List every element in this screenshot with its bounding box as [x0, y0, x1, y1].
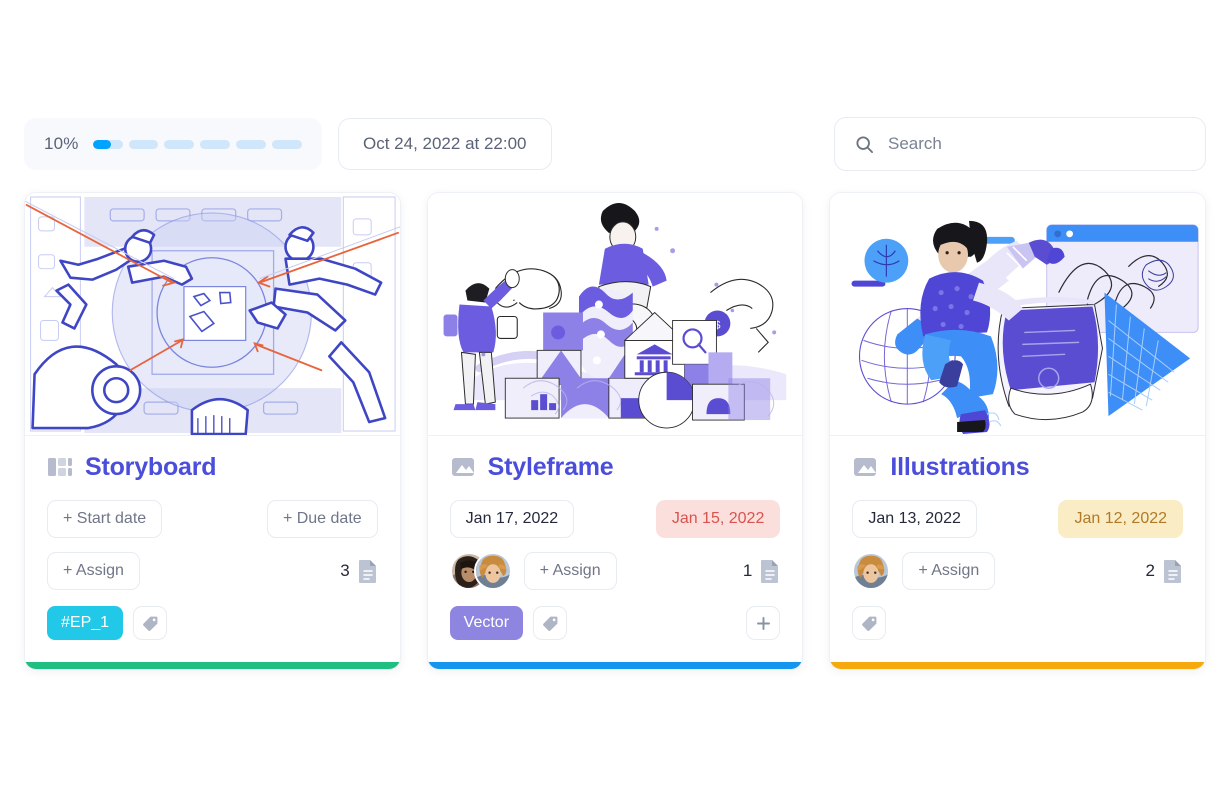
tag-icon — [142, 616, 157, 631]
card-tags-row — [852, 604, 1183, 642]
assign-button[interactable]: + Assign — [902, 552, 996, 590]
card-header-storyboard: Storyboard — [47, 454, 378, 480]
card-dates-row: Jan 17, 2022 Jan 15, 2022 — [449, 500, 781, 538]
date-filter-button[interactable]: Oct 24, 2022 at 22:00 — [338, 118, 552, 170]
due-date-badge[interactable]: Jan 15, 2022 — [655, 500, 781, 538]
image-icon — [451, 458, 474, 476]
card-styleframe[interactable]: $ Styleframe Jan 17, 2022 Jan 15, 2022 +… — [426, 192, 804, 670]
card-title: Styleframe — [487, 452, 614, 481]
tag-chip[interactable]: Vector — [449, 606, 524, 640]
card-accent-bar — [830, 662, 1206, 669]
search-icon — [856, 135, 874, 153]
card-accent-bar — [25, 662, 400, 669]
start-date-button[interactable]: Jan 17, 2022 — [449, 500, 575, 538]
card-tags-row: Vector — [449, 604, 781, 642]
card-illustrations[interactable]: Illustrations Jan 13, 2022 Jan 12, 2022 — [829, 192, 1207, 670]
add-tag-button[interactable] — [852, 606, 887, 640]
document-icon — [358, 560, 376, 583]
storyboard-sketch-illustration — [25, 193, 400, 435]
document-icon — [1164, 560, 1182, 583]
attachments[interactable]: 2 — [1146, 559, 1183, 583]
progress-segment — [236, 139, 267, 149]
card-cover-illustrations — [830, 193, 1206, 436]
layout-grid-icon — [48, 458, 72, 476]
card-body-illustrations: Illustrations Jan 13, 2022 Jan 12, 2022 — [830, 436, 1205, 662]
progress-segment — [128, 139, 159, 149]
card-dates-row: + Start date + Due date — [47, 500, 378, 538]
card-accent-bar — [427, 662, 803, 669]
start-date-button[interactable]: + Start date — [47, 500, 163, 538]
plus-icon — [756, 616, 770, 630]
card-assign-row: + Assign 1 — [449, 552, 781, 590]
add-item-button[interactable] — [746, 606, 781, 640]
progress-track[interactable] — [92, 139, 302, 149]
tag-icon — [542, 616, 557, 631]
search-input[interactable] — [888, 134, 1185, 154]
card-assign-row: + Assign 2 — [852, 552, 1183, 590]
attachment-count: 3 — [340, 561, 350, 580]
progress-segment — [164, 139, 195, 149]
card-tags-row: #EP_1 — [47, 604, 378, 642]
card-cover-styleframe: $ — [427, 193, 803, 436]
card-body-storyboard: Storyboard + Start date + Due date + Ass… — [25, 436, 400, 662]
assignee-avatars[interactable] — [449, 552, 512, 590]
start-date-button[interactable]: Jan 13, 2022 — [852, 500, 977, 538]
tag-chip[interactable]: #EP_1 — [47, 606, 124, 640]
avatar[interactable] — [852, 552, 891, 590]
card-cover-storyboard — [25, 193, 400, 436]
image-icon — [854, 458, 877, 476]
progress-segment — [92, 139, 123, 149]
toolbar: 10% Oct 24, 2022 at 22:00 — [24, 117, 1206, 171]
card-title: Illustrations — [890, 452, 1030, 481]
add-tag-button[interactable] — [133, 606, 168, 640]
due-date-button[interactable]: + Due date — [266, 500, 378, 538]
card-header-illustrations: Illustrations — [852, 454, 1183, 480]
progress-segment — [272, 139, 302, 149]
avatar-person-curly-hair — [854, 554, 889, 588]
tag-icon — [861, 616, 877, 631]
attachments[interactable]: 1 — [743, 559, 780, 583]
document-icon — [761, 560, 779, 583]
assign-button[interactable]: + Assign — [523, 552, 617, 590]
add-tag-button[interactable] — [533, 606, 568, 640]
attachments[interactable]: 3 — [340, 559, 377, 583]
building-blocks-illustration: $ — [427, 193, 803, 435]
progress-widget[interactable]: 10% — [24, 118, 322, 170]
progress-segment — [200, 139, 231, 149]
card-title: Storyboard — [85, 452, 217, 481]
avatar[interactable] — [473, 552, 512, 590]
attachment-count: 2 — [1145, 561, 1156, 580]
card-assign-row: + Assign 3 — [47, 552, 378, 590]
card-body-styleframe: Styleframe Jan 17, 2022 Jan 15, 2022 + A… — [428, 436, 803, 662]
card-header-styleframe: Styleframe — [450, 454, 781, 480]
card-dates-row: Jan 13, 2022 Jan 12, 2022 — [852, 500, 1184, 538]
avatar-person-curly-hair — [475, 554, 510, 588]
card-grid: Storyboard + Start date + Due date + Ass… — [24, 192, 1207, 670]
card-storyboard[interactable]: Storyboard + Start date + Due date + Ass… — [24, 192, 401, 670]
search-box[interactable] — [834, 117, 1206, 171]
due-date-badge[interactable]: Jan 12, 2022 — [1058, 500, 1184, 538]
attachment-count: 1 — [742, 561, 753, 580]
designer-drawing-illustration — [830, 193, 1206, 435]
date-filter-label: Oct 24, 2022 at 22:00 — [363, 134, 527, 153]
assignee-avatars[interactable] — [852, 552, 891, 590]
assign-button[interactable]: + Assign — [47, 552, 140, 590]
progress-label: 10% — [44, 134, 79, 153]
board-page: 10% Oct 24, 2022 at 22:00 Search Storybo… — [0, 0, 1230, 800]
